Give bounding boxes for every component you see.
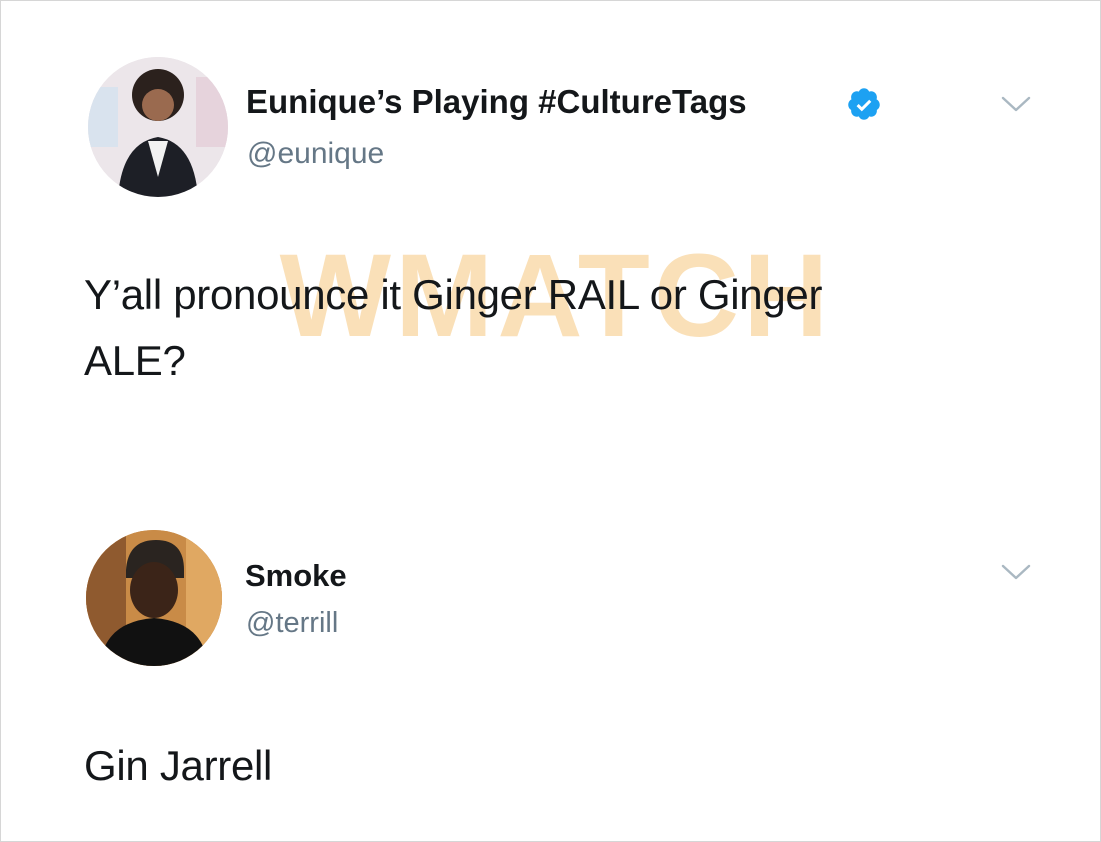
chevron-down-icon[interactable] [999,562,1033,582]
avatar-image [86,530,222,666]
verified-badge-icon [846,86,882,122]
chevron-down-icon[interactable] [999,94,1033,114]
avatar[interactable] [86,530,222,666]
display-name[interactable]: Eunique’s Playing #CultureTags [246,83,747,121]
display-name[interactable]: Smoke [245,558,347,594]
avatar[interactable] [88,57,228,197]
tweet-text: Gin Jarrell [84,742,273,789]
user-handle[interactable]: @terrill [246,606,338,640]
avatar-image [88,57,228,197]
tweet-text: Y’all pronounce it Ginger RAIL or Ginger… [84,271,823,384]
tweet: Eunique’s Playing #CultureTags @eunique … [0,0,1101,460]
user-handle[interactable]: @eunique [247,136,384,172]
